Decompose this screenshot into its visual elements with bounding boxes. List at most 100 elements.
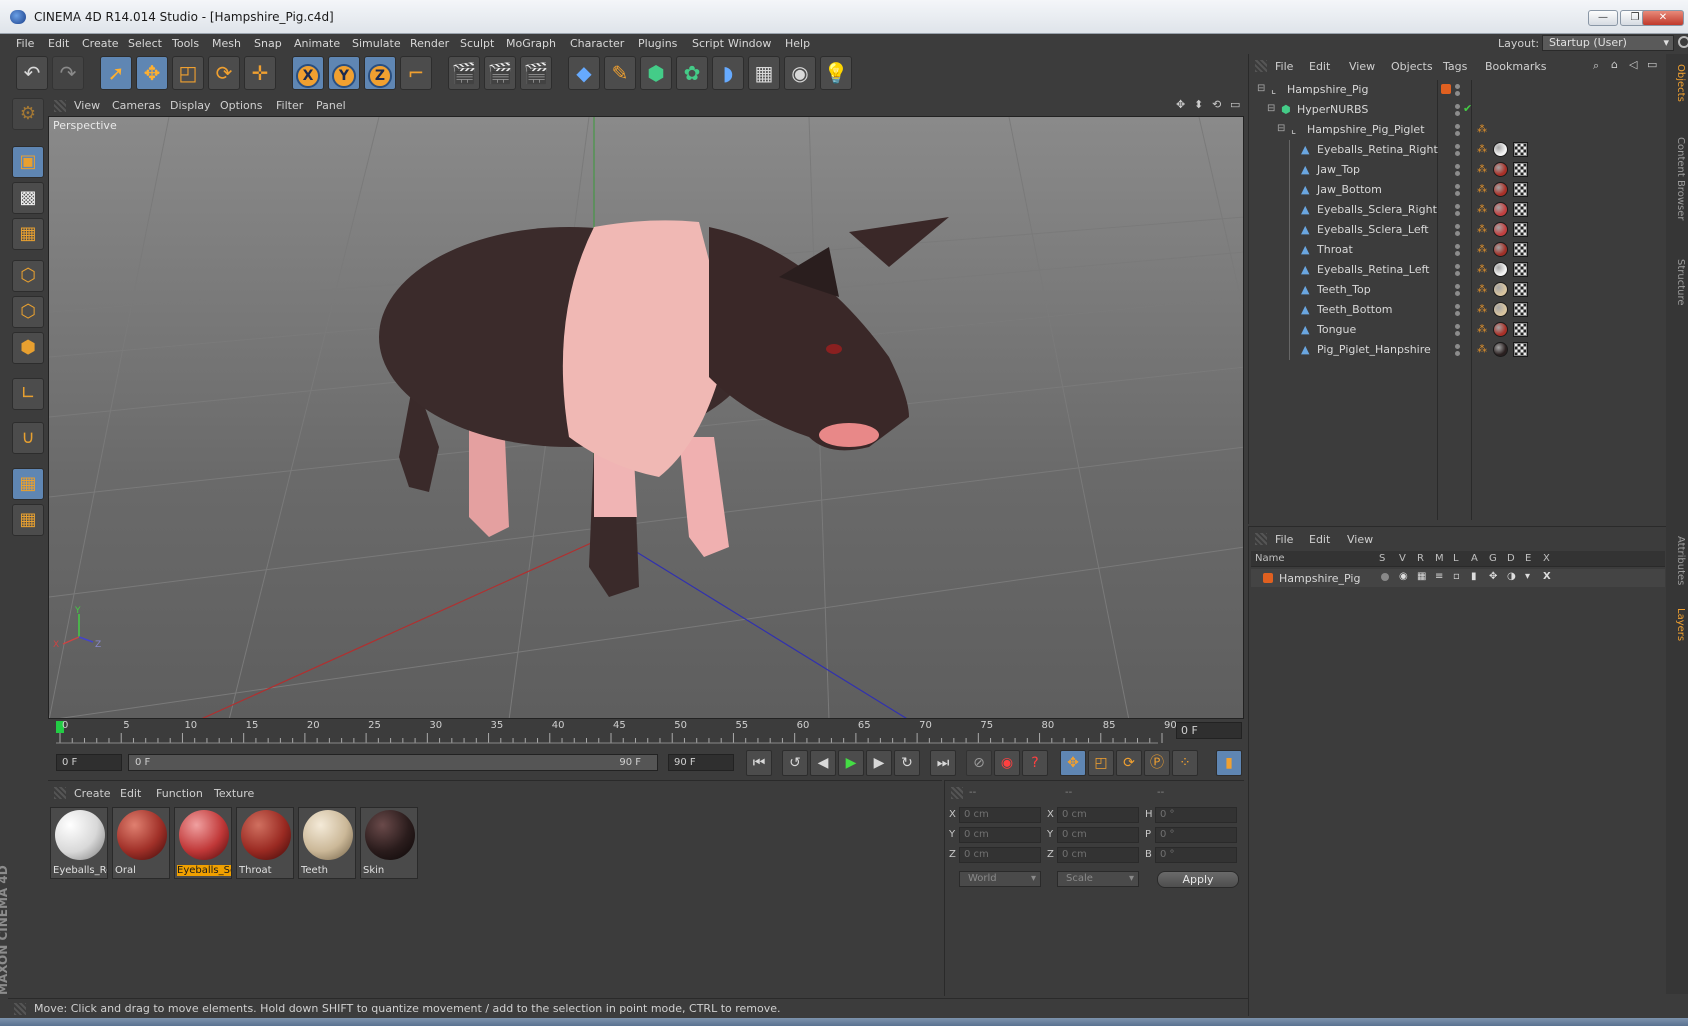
material-eyeballs-sclera[interactable]: Eyeballs_Sc <box>174 807 232 879</box>
object-menu-bookmarks[interactable]: Bookmarks <box>1485 60 1546 73</box>
uvw-tag-icon[interactable] <box>1513 282 1528 297</box>
model-mode-button[interactable]: ▣ <box>12 146 44 178</box>
phong-tag-icon[interactable]: ⁂ <box>1477 144 1487 156</box>
object-row[interactable]: ⊟ ⌞ Hampshire_Pig <box>1249 80 1667 100</box>
add-camera-button[interactable]: ◉ <box>784 56 816 90</box>
object-row[interactable]: ▲ Jaw_Top ⁂ <box>1249 160 1667 180</box>
coordinate-space-dropdown[interactable]: World ▾ <box>959 871 1041 887</box>
x-axis-lock-button[interactable]: X <box>292 56 324 90</box>
texture-tag-icon[interactable] <box>1493 322 1508 337</box>
add-spline-button[interactable]: ✎ <box>604 56 636 90</box>
menu-edit[interactable]: Edit <box>48 37 69 50</box>
panel-grip[interactable] <box>54 100 66 112</box>
render-picture-viewer-button[interactable]: 🎬 <box>484 56 516 90</box>
render-icon[interactable]: ▦ <box>1417 571 1426 582</box>
object-row[interactable]: ▲ Eyeballs_Retina_Right ⁂ <box>1249 140 1667 160</box>
visibility-dots[interactable] <box>1455 104 1461 116</box>
expand-toggle[interactable]: ⊟ <box>1277 123 1285 134</box>
object-row[interactable]: ▲ Eyeballs_Sclera_Right ⁂ <box>1249 200 1667 220</box>
viewport-menu-options[interactable]: Options <box>220 99 262 112</box>
add-nurbs-button[interactable]: ⬢ <box>640 56 672 90</box>
minimize-button[interactable]: — <box>1588 10 1618 26</box>
expand-toggle[interactable]: ⊟ <box>1257 83 1265 94</box>
size-y-field[interactable]: 0 cm <box>1057 827 1139 843</box>
layer-row[interactable]: Hampshire_Pig ◉ ▦ ≡ ▫ ▮ ✥ ◑ ▾ X <box>1251 569 1665 587</box>
object-row[interactable]: ▲ Teeth_Top ⁂ <box>1249 280 1667 300</box>
object-row[interactable]: ▲ Pig_Piglet_Hanpshire ⁂ <box>1249 340 1667 360</box>
move-tool-button[interactable]: ✥ <box>136 56 168 90</box>
layer-menu-view[interactable]: View <box>1347 533 1373 546</box>
menu-script[interactable]: Script <box>692 37 724 50</box>
size-z-field[interactable]: 0 cm <box>1057 847 1139 863</box>
perspective-viewport[interactable]: Y X Z Perspective <box>48 116 1244 719</box>
go-to-start-button[interactable]: ⏮ <box>746 750 772 776</box>
edges-mode-button[interactable]: ⬡ <box>12 296 44 328</box>
rot-h-field[interactable]: 0 ° <box>1155 807 1237 823</box>
redo-button[interactable]: ↷ <box>52 56 84 90</box>
record-parameter-button[interactable]: Ⓟ <box>1144 750 1170 776</box>
visibility-dots[interactable] <box>1455 244 1461 256</box>
object-menu-tags[interactable]: Tags <box>1443 60 1467 73</box>
uvw-tag-icon[interactable] <box>1513 342 1528 357</box>
rot-b-field[interactable]: 0 ° <box>1155 847 1237 863</box>
object-row[interactable]: ⊟ ⬢ HyperNURBS ✔ <box>1249 100 1667 120</box>
phong-tag-icon[interactable]: ⁂ <box>1477 324 1487 336</box>
object-row[interactable]: ▲ Teeth_Bottom ⁂ <box>1249 300 1667 320</box>
object-menu-file[interactable]: File <box>1275 60 1293 73</box>
home-icon[interactable]: ⌂ <box>1611 58 1618 71</box>
visibility-dots[interactable] <box>1455 204 1461 216</box>
uvw-tag-icon[interactable] <box>1513 322 1528 337</box>
texture-tag-icon[interactable] <box>1493 202 1508 217</box>
snap-button[interactable]: ∪ <box>12 422 44 454</box>
uvw-tag-icon[interactable] <box>1513 182 1528 197</box>
material-menu-create[interactable]: Create <box>74 787 111 800</box>
menu-plugins[interactable]: Plugins <box>638 37 677 50</box>
menu-create[interactable]: Create <box>82 37 119 50</box>
z-axis-lock-button[interactable]: Z <box>364 56 396 90</box>
menu-sculpt[interactable]: Sculpt <box>460 37 494 50</box>
layer-menu-edit[interactable]: Edit <box>1309 533 1330 546</box>
visibility-dots[interactable] <box>1455 184 1461 196</box>
menu-animate[interactable]: Animate <box>294 37 340 50</box>
object-panel-grip[interactable] <box>1255 60 1267 72</box>
record-point-level-button[interactable]: ⁘ <box>1172 750 1198 776</box>
menu-file[interactable]: File <box>16 37 34 50</box>
phong-tag-icon[interactable]: ⁂ <box>1477 284 1487 296</box>
visibility-dots[interactable] <box>1455 224 1461 236</box>
animation-icon[interactable]: ▮ <box>1471 571 1477 582</box>
size-x-field[interactable]: 0 cm <box>1057 807 1139 823</box>
coordinates-panel-grip[interactable] <box>951 787 963 799</box>
visibility-dots[interactable] <box>1455 264 1461 276</box>
phong-tag-icon[interactable]: ⁂ <box>1477 164 1487 176</box>
points-mode-button[interactable]: ⬡ <box>12 260 44 292</box>
record-scale-button[interactable]: ◰ <box>1088 750 1114 776</box>
locked-workplane-button[interactable]: ▦ <box>12 468 44 500</box>
menu-select[interactable]: Select <box>128 37 162 50</box>
menu-simulate[interactable]: Simulate <box>352 37 401 50</box>
close-button[interactable]: ✕ <box>1642 10 1684 26</box>
tab-content-browser[interactable]: Content Browser <box>1668 114 1686 244</box>
object-menu-edit[interactable]: Edit <box>1309 60 1330 73</box>
layer-panel-grip[interactable] <box>1255 533 1267 545</box>
polygons-mode-button[interactable]: ⬢ <box>12 332 44 364</box>
search-icon[interactable] <box>1678 36 1688 48</box>
add-light-button[interactable]: 💡 <box>820 56 852 90</box>
object-row[interactable]: ▲ Eyeballs_Retina_Left ⁂ <box>1249 260 1667 280</box>
texture-mode-button[interactable]: ▩ <box>12 182 44 214</box>
rotate-tool-button[interactable]: ⟳ <box>208 56 240 90</box>
menu-mesh[interactable]: Mesh <box>212 37 241 50</box>
timeline-ruler[interactable]: 0 5 10 15 20 25 30 35 40 45 50 55 60 65 70 75 80 85 90 0 F <box>48 719 1244 745</box>
tab-layers[interactable]: Layers <box>1668 600 1686 650</box>
workplane-mode-button[interactable]: ▦ <box>12 218 44 250</box>
object-menu-objects[interactable]: Objects <box>1391 60 1433 73</box>
start-frame-field[interactable]: 0 F <box>56 754 122 771</box>
tab-structure[interactable]: Structure <box>1668 252 1686 312</box>
viewport-menu-filter[interactable]: Filter <box>276 99 303 112</box>
texture-tag-icon[interactable] <box>1493 262 1508 277</box>
material-skin[interactable]: Skin <box>360 807 418 879</box>
pos-y-field[interactable]: 0 cm <box>959 827 1041 843</box>
viewport-layout-icon[interactable]: ▭ <box>1230 98 1240 111</box>
undo-button[interactable]: ↶ <box>16 56 48 90</box>
make-editable-button[interactable]: ⚙ <box>12 98 44 130</box>
search-icon[interactable]: ⌕ <box>1593 59 1599 73</box>
